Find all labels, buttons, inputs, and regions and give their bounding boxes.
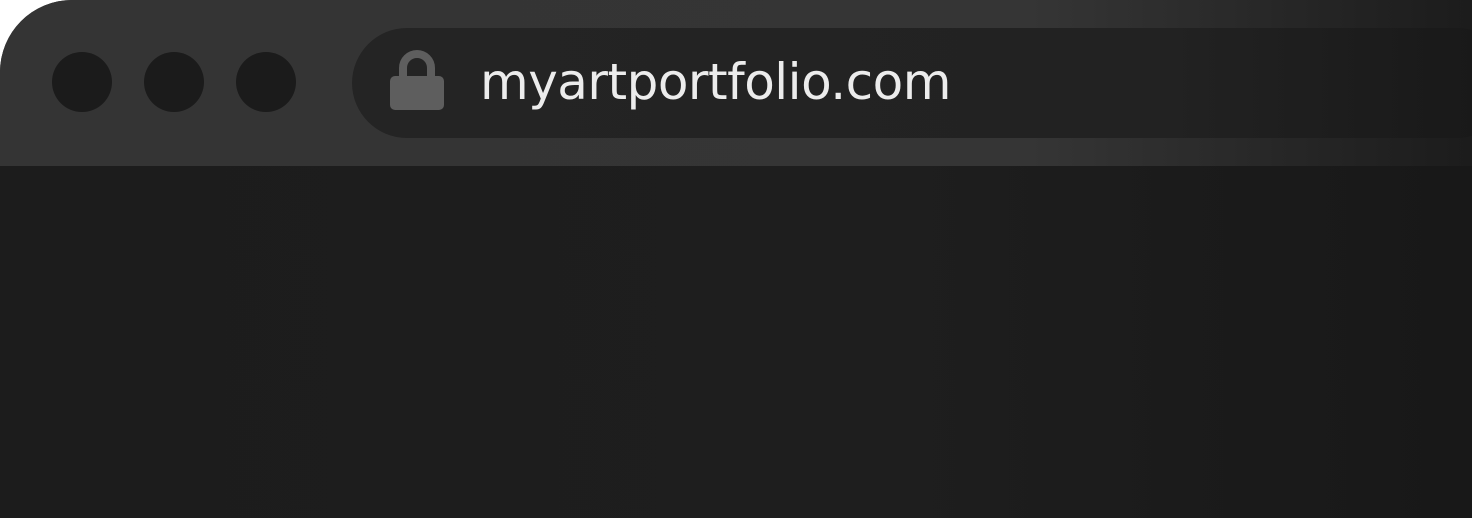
browser-toolbar: myartportfolio.com bbox=[0, 0, 1472, 166]
address-bar[interactable]: myartportfolio.com bbox=[352, 28, 1472, 138]
minimize-button[interactable] bbox=[144, 52, 204, 112]
page-content bbox=[0, 166, 1472, 518]
lock-icon bbox=[390, 50, 444, 110]
url-text: myartportfolio.com bbox=[480, 52, 951, 111]
browser-window: myartportfolio.com bbox=[0, 0, 1472, 518]
close-button[interactable] bbox=[52, 52, 112, 112]
maximize-button[interactable] bbox=[236, 52, 296, 112]
